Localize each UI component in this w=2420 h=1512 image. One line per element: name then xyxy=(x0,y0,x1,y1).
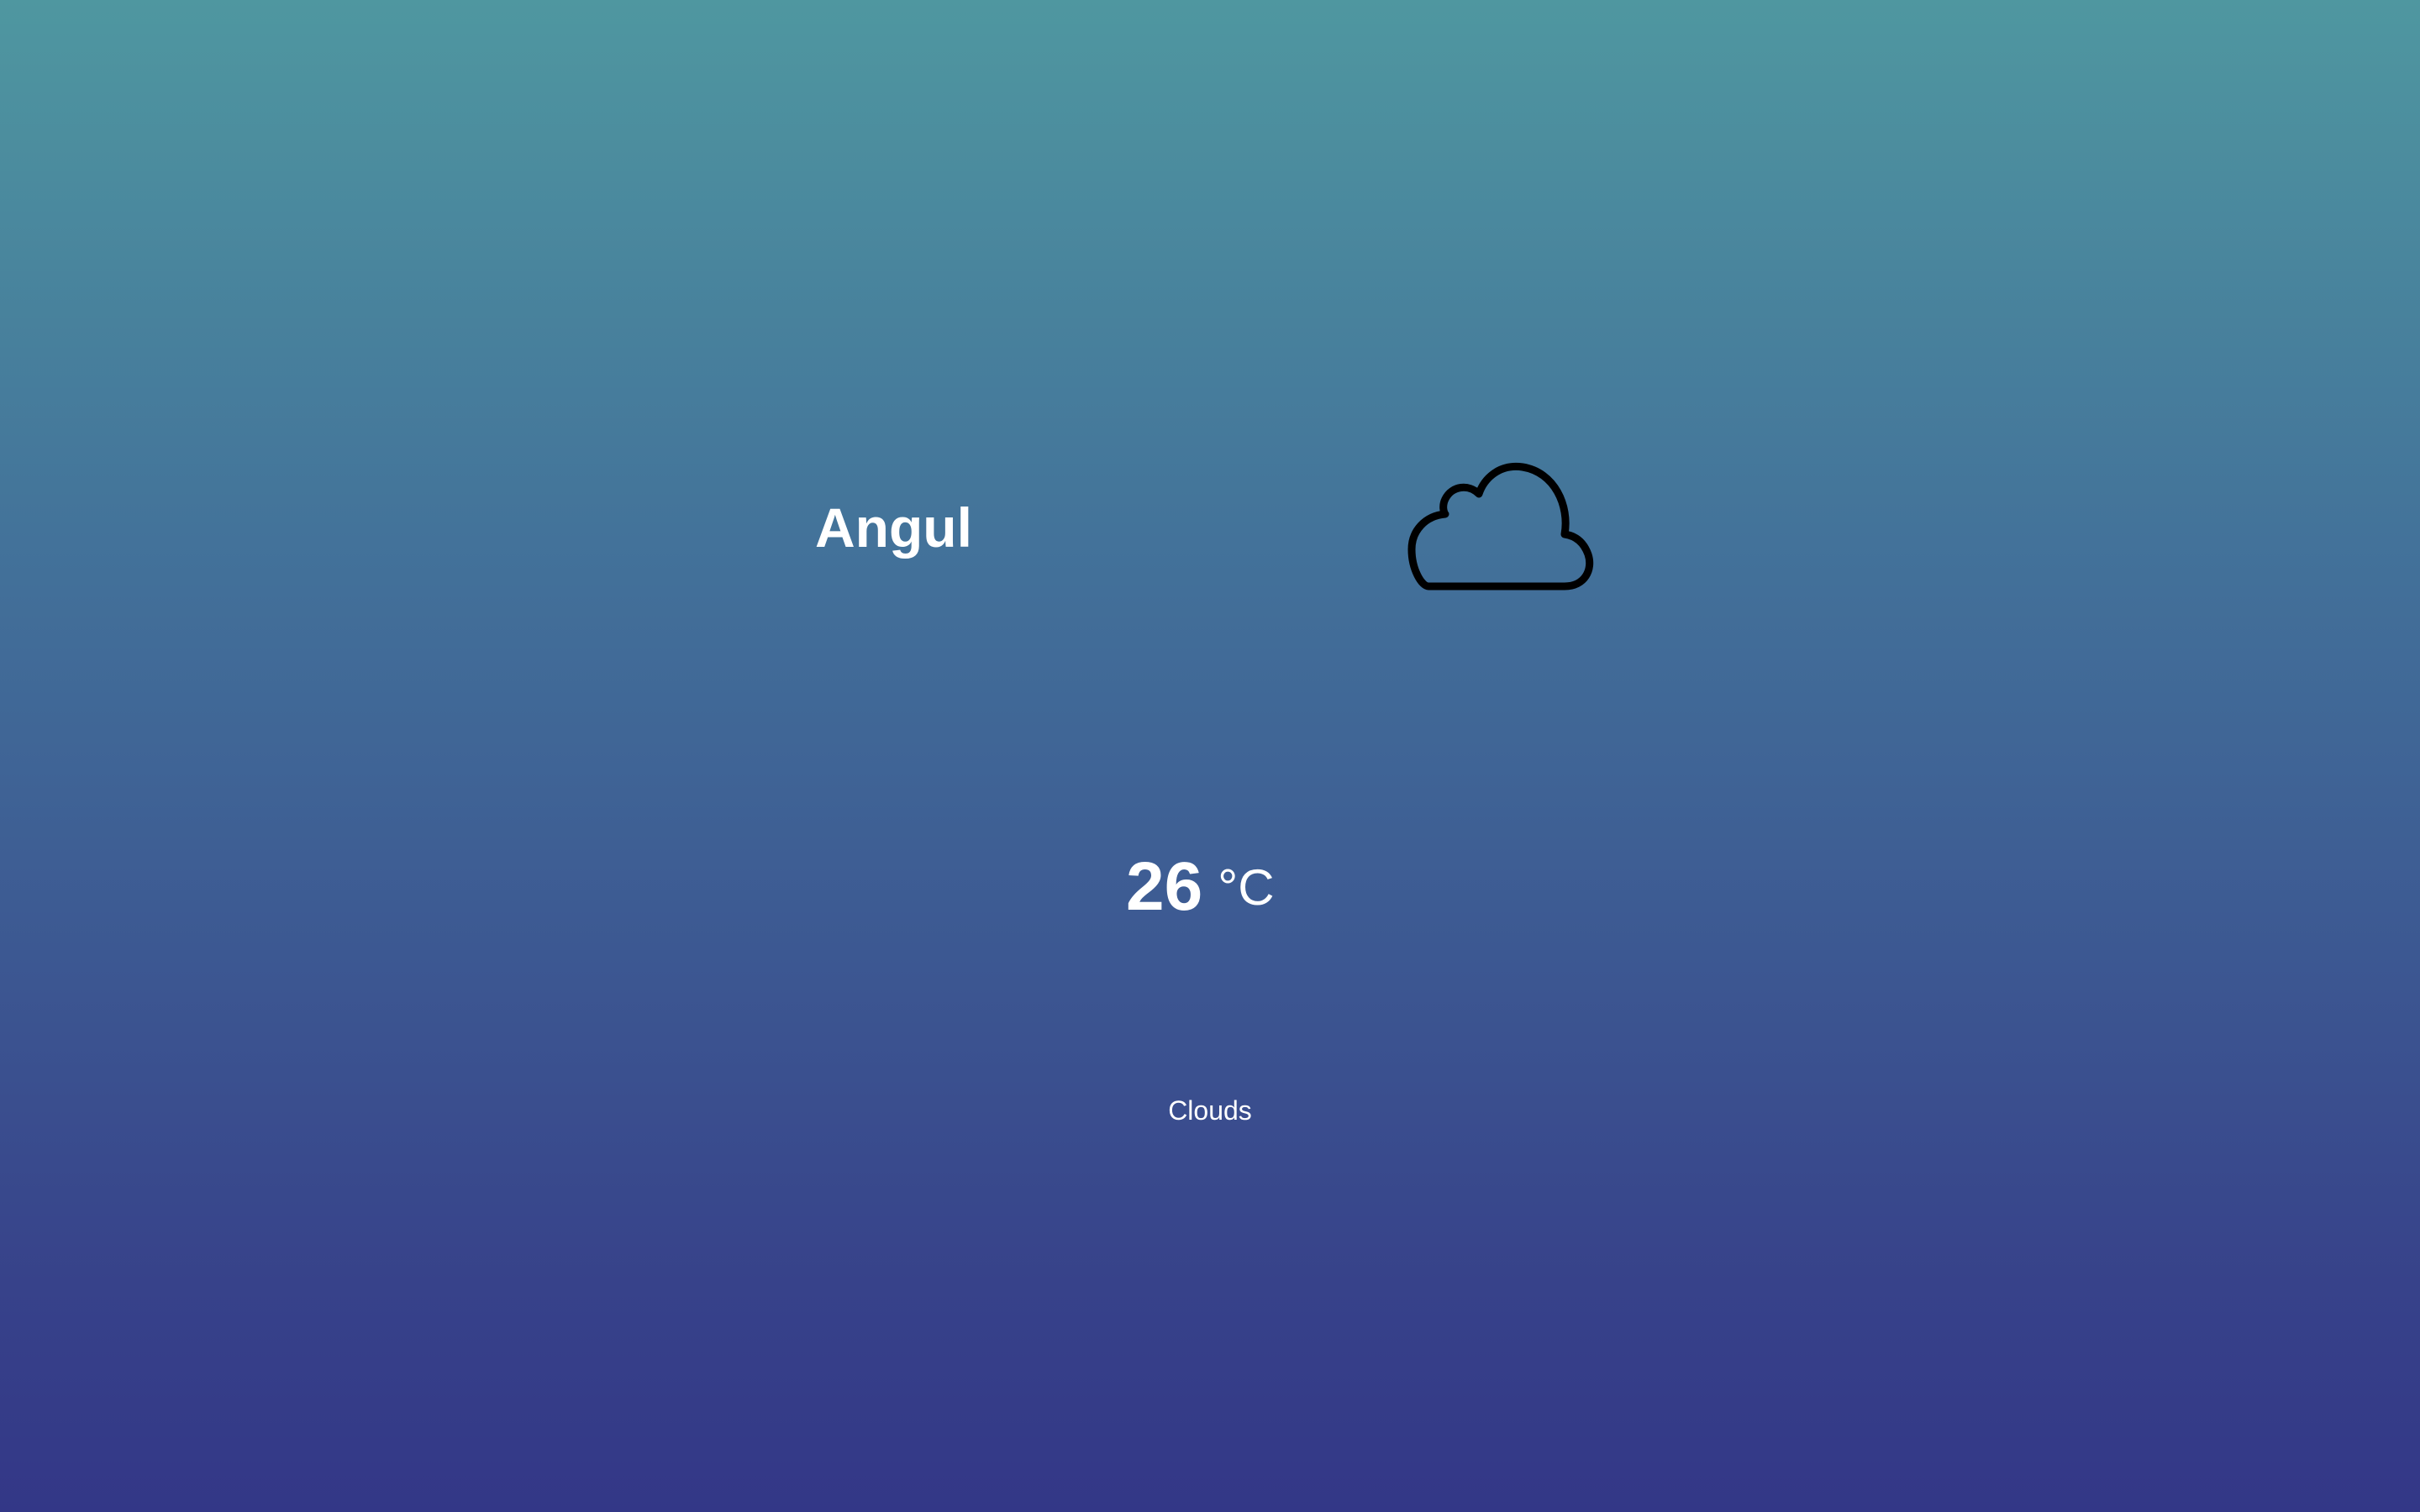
temperature-display: 26 °C xyxy=(1126,847,1275,947)
cloud-icon xyxy=(1405,462,1595,593)
weather-app: Angul 26 °C Clouds xyxy=(0,0,2420,1512)
weather-condition: Clouds xyxy=(1168,1095,1252,1126)
city-name: Angul xyxy=(815,496,972,559)
temperature-unit: °C xyxy=(1218,859,1275,916)
temperature-value: 26 xyxy=(1126,848,1203,925)
